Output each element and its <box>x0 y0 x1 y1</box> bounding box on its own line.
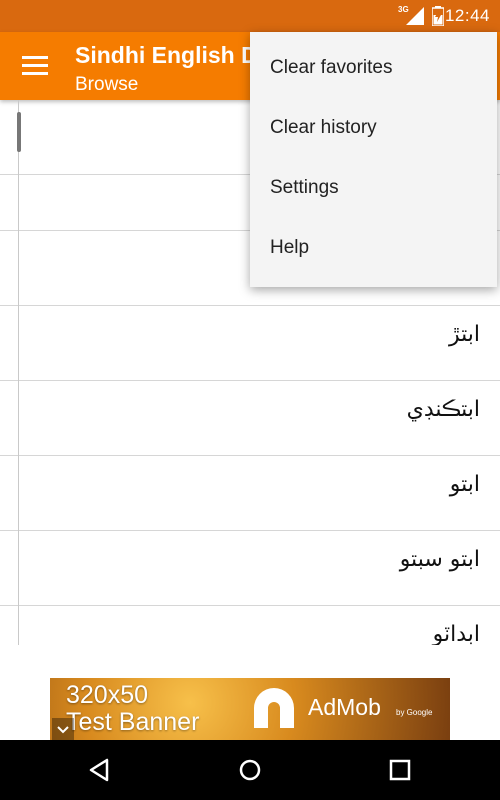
navigation-bar <box>0 740 500 800</box>
hamburger-menu-icon[interactable] <box>22 56 48 76</box>
clock: 12:44 <box>444 6 490 25</box>
admob-logo-icon <box>254 688 294 728</box>
ad-size-label: 320x50 <box>66 681 149 709</box>
list-item[interactable]: ابتڪنڊي <box>0 381 500 456</box>
list-item-word: ابتڪنڊي <box>406 397 480 422</box>
list-item[interactable]: ابتو سبتو <box>0 531 500 606</box>
menu-item-help[interactable]: Help <box>250 212 497 272</box>
scroll-track <box>18 100 19 645</box>
app-subtitle: Browse <box>75 74 139 95</box>
list-item-word: ابتو <box>449 472 480 497</box>
ad-brand: AdMob <box>308 694 381 720</box>
fast-scroll-thumb[interactable] <box>17 112 21 152</box>
menu-item-clear-favorites[interactable]: Clear favorites <box>250 32 497 92</box>
menu-item-clear-history[interactable]: Clear history <box>250 92 497 152</box>
list-item-word: ابتو سبتو <box>399 547 480 572</box>
status-bar: 3G 12:44 <box>0 0 500 32</box>
home-icon[interactable] <box>235 755 265 785</box>
battery-icon <box>432 6 444 26</box>
list-item[interactable]: ابتو <box>0 456 500 531</box>
menu-item-settings[interactable]: Settings <box>250 152 497 212</box>
ad-by-google: by Google <box>396 708 433 717</box>
back-icon[interactable] <box>85 755 115 785</box>
ad-test-label: Test Banner <box>66 708 200 736</box>
ad-text: 320x50 Test Banner <box>66 682 199 736</box>
list-item[interactable]: ابداٽو <box>0 606 500 645</box>
ad-banner[interactable]: 320x50 Test Banner AdMob by Google <box>50 678 450 740</box>
list-item-word: ابتڙ <box>448 322 480 347</box>
recents-icon[interactable] <box>385 755 415 785</box>
ad-info-icon[interactable] <box>52 718 74 740</box>
list-item-word: ابداٽو <box>432 622 480 645</box>
signal-icon <box>406 7 424 25</box>
overflow-menu: Clear favorites Clear history Settings H… <box>250 32 497 287</box>
list-item[interactable]: ابتڙ <box>0 306 500 381</box>
